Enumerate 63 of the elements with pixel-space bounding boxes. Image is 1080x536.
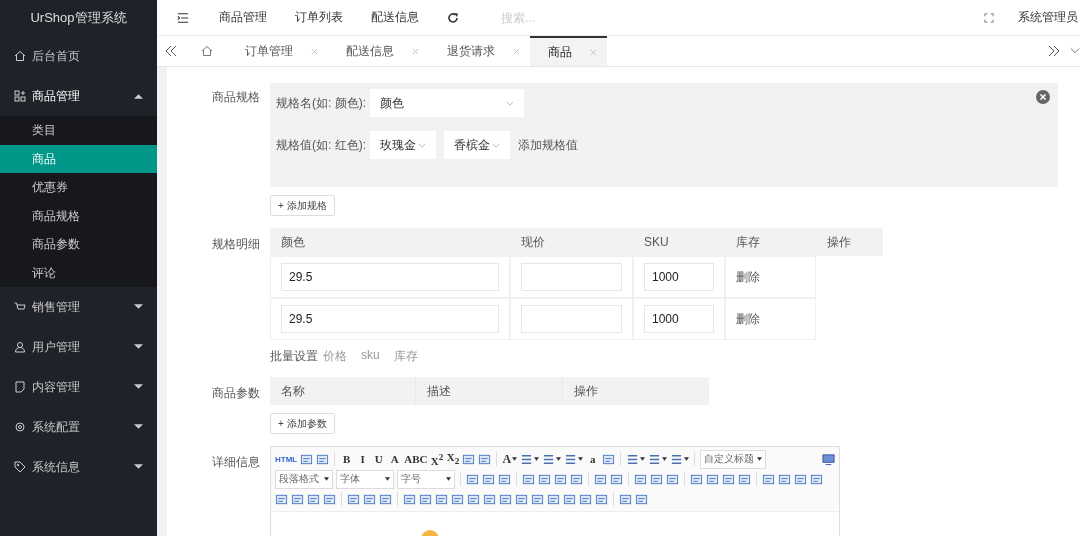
sidebar-item[interactable]: 商品管理 — [0, 76, 157, 116]
tab[interactable]: 商品 — [530, 36, 607, 66]
sidebar-item[interactable]: 系统配置 — [0, 407, 157, 447]
input-field[interactable]: 29.5 — [281, 305, 499, 333]
nav-link[interactable]: 配送信息 — [371, 9, 419, 26]
sidebar-subitem[interactable]: 评论 — [0, 258, 157, 287]
toolbar-button[interactable]: a — [586, 453, 600, 465]
sidebar-item[interactable]: 内容管理 — [0, 367, 157, 407]
sidebar-item[interactable]: 用户管理 — [0, 327, 157, 367]
column-header: 库存 — [725, 228, 816, 256]
column-header: SKU — [633, 228, 725, 256]
nav-link[interactable]: 订单列表 — [295, 9, 343, 26]
toolbar-button[interactable]: B — [340, 453, 354, 465]
tab[interactable]: 配送信息 — [328, 36, 429, 66]
input-field[interactable]: 1000 — [644, 263, 714, 291]
tab[interactable]: 退货请求 — [429, 36, 530, 66]
column-header: 名称 — [270, 377, 415, 405]
toolbar-button[interactable]: I — [356, 453, 370, 465]
app-title: UrShop管理系统 — [29, 9, 128, 27]
delete-link[interactable]: 删除 — [736, 310, 760, 328]
sidebar-subitem[interactable]: 优惠券 — [0, 173, 157, 202]
field-label: 规格值(如: 红色): — [276, 136, 366, 154]
toolbar-select[interactable]: 自定义标题 — [700, 449, 767, 469]
sidebar-item[interactable]: 后台首页 — [0, 36, 157, 76]
field-label: 规格明细 — [211, 236, 261, 253]
select-field[interactable]: 玫瑰金 — [370, 131, 436, 159]
column-header: 颜色 — [270, 228, 510, 256]
toolbar-select[interactable]: 字体 — [336, 469, 394, 489]
column-header: 操作 — [816, 228, 883, 256]
sidebar-subitem[interactable]: 商品规格 — [0, 201, 157, 230]
user-name[interactable]: 系统管理员 — [1018, 9, 1078, 26]
add-value-link[interactable]: 添加规格值 — [518, 136, 578, 154]
toolbar-select[interactable]: 段落格式 — [275, 469, 333, 489]
toolbar-button[interactable]: A — [388, 453, 402, 465]
sidebar-item[interactable]: 系统信息 — [0, 447, 157, 487]
toolbar-button[interactable]: HTML — [275, 454, 298, 464]
toolbar-select[interactable]: 字号 — [397, 469, 455, 489]
sidebar-subitem[interactable]: 类目 — [0, 116, 157, 145]
select-field[interactable]: 香槟金 — [444, 131, 510, 159]
input-field[interactable]: 29.5 — [281, 263, 499, 291]
field-label: 规格名(如: 颜色): — [276, 94, 366, 112]
delete-link[interactable]: 删除 — [736, 268, 760, 286]
sidebar-subitem[interactable]: 商品 — [0, 144, 157, 173]
toolbar-button[interactable]: U — [372, 453, 386, 465]
field-label: 商品规格 — [211, 89, 261, 106]
toolbar-button[interactable]: X$^{2}$ — [430, 451, 444, 467]
column-header: 操作 — [563, 377, 709, 405]
toolbar-dropdown[interactable]: A — [502, 451, 518, 467]
column-header: 描述 — [416, 377, 562, 405]
column-header: 现价 — [510, 228, 633, 256]
input-field[interactable]: 1000 — [644, 305, 714, 333]
nav-link[interactable]: 商品管理 — [219, 9, 267, 26]
select-field[interactable]: 颜色 — [370, 89, 524, 117]
add-param-button[interactable]: + 添加参数 — [270, 413, 335, 434]
toolbar-button[interactable]: X$_{2}$ — [446, 451, 460, 467]
toolbar-button[interactable]: ABC — [404, 453, 428, 465]
field-label: 商品参数 — [211, 385, 261, 402]
sidebar-subitem[interactable]: 商品参数 — [0, 230, 157, 259]
tab[interactable]: 订单管理 — [227, 36, 328, 66]
sidebar-item[interactable]: 销售管理 — [0, 287, 157, 327]
batch-label: 批量设置 — [270, 348, 318, 365]
field-label: 详细信息 — [211, 454, 261, 471]
add-spec-button[interactable]: + 添加规格 — [270, 195, 335, 216]
